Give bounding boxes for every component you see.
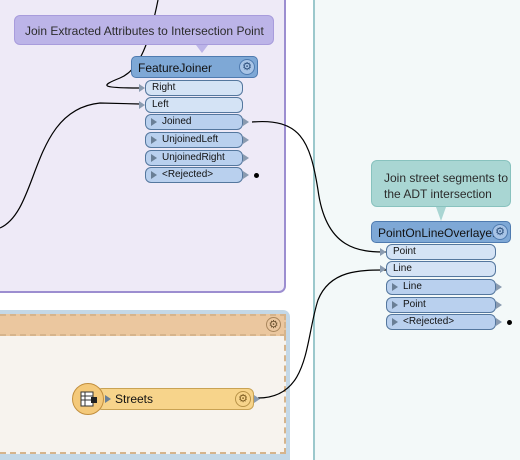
output-arrow-icon (243, 171, 249, 179)
output-arrow-icon (243, 136, 249, 144)
expand-arrow-icon (105, 395, 111, 403)
port-label: Left (152, 99, 169, 110)
input-arrow-icon (380, 265, 386, 273)
annotation-text-line2: the ADT intersection (384, 187, 492, 201)
output-arrow-icon (496, 283, 502, 291)
annotation-text: Join Extracted Attributes to Intersectio… (25, 24, 264, 38)
expand-arrow-icon (392, 301, 398, 309)
expand-arrow-icon (392, 283, 398, 291)
output-dot-icon (507, 320, 512, 325)
port-label: Point (403, 299, 426, 310)
expand-arrow-icon (151, 171, 157, 179)
output-arrow-icon (243, 154, 249, 162)
featurejoiner-output-joined[interactable]: Joined (145, 114, 243, 130)
featurejoiner-output-unjoinedright[interactable]: UnjoinedRight (145, 150, 243, 166)
output-arrow-icon (496, 318, 502, 326)
input-arrow-icon (139, 101, 145, 109)
pointonlineoverlayer-header[interactable]: PointOnLineOverlayer (371, 221, 511, 243)
featurejoiner-output-rejected[interactable]: <Rejected> (145, 167, 243, 183)
featurejoiner-input-right[interactable]: Right (145, 80, 243, 96)
port-label: Line (403, 281, 422, 292)
annotation-tail (196, 45, 208, 53)
port-label: Point (393, 246, 416, 257)
pointonlineoverlayer-input-line[interactable]: Line (386, 261, 496, 277)
expand-arrow-icon (151, 154, 157, 162)
pointonlineoverlayer-output-rejected[interactable]: <Rejected> (386, 314, 496, 330)
port-label: Right (152, 82, 176, 93)
port-label: UnjoinedLeft (162, 134, 219, 145)
pointonlineoverlayer-output-point[interactable]: Point (386, 297, 496, 313)
port-label: <Rejected> (403, 316, 455, 327)
port-label: <Rejected> (162, 169, 214, 180)
output-dot-icon (254, 173, 259, 178)
connection-streets-to-line (257, 269, 387, 399)
reader-table-icon[interactable] (72, 383, 104, 415)
featurejoiner-output-unjoinedleft[interactable]: UnjoinedLeft (145, 132, 243, 148)
pointonlineoverlayer-output-line[interactable]: Line (386, 279, 496, 295)
output-arrow-icon (496, 301, 502, 309)
expand-arrow-icon (151, 118, 157, 126)
featurejoiner-title: FeatureJoiner (138, 61, 213, 75)
annotation-featurejoiner[interactable]: Join Extracted Attributes to Intersectio… (14, 15, 274, 45)
pointonlineoverlayer-gear-icon[interactable]: ⚙ (492, 224, 508, 240)
input-arrow-icon (380, 248, 386, 256)
pointonlineoverlayer-title: PointOnLineOverlayer (378, 226, 497, 240)
pointonlineoverlayer-input-point[interactable]: Point (386, 244, 496, 260)
port-label: Joined (162, 116, 192, 127)
input-arrow-icon (139, 84, 145, 92)
streets-reader[interactable]: Streets (96, 388, 254, 410)
annotation-pointonline[interactable]: Join street segments to the ADT intersec… (371, 160, 511, 207)
expand-arrow-icon (392, 318, 398, 326)
port-label: UnjoinedRight (162, 152, 225, 163)
featurejoiner-input-left[interactable]: Left (145, 97, 243, 113)
output-arrow-icon (254, 395, 260, 403)
connection-joined-to-point (251, 120, 387, 253)
annotation-tail (436, 207, 446, 221)
output-arrow-icon (243, 118, 249, 126)
connection-left-input (0, 102, 141, 229)
expand-arrow-icon (151, 136, 157, 144)
reader-gear-icon[interactable]: ⚙ (235, 391, 251, 407)
annotation-text-line1: Join street segments to (384, 171, 509, 185)
port-label: Line (393, 263, 412, 274)
featurejoiner-gear-icon[interactable]: ⚙ (239, 59, 255, 75)
reader-label: Streets (115, 392, 154, 406)
